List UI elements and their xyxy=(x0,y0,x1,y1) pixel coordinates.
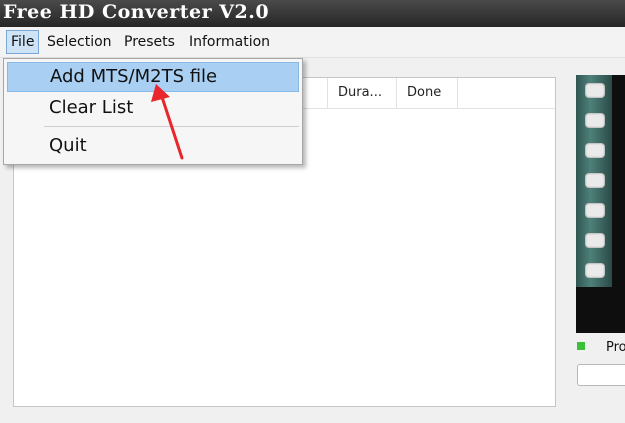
file-menu-dropdown: Add MTS/M2TS file Clear List Quit xyxy=(3,58,303,165)
menu-bar: File Selection Presets Information xyxy=(0,27,625,58)
status-indicator xyxy=(577,342,585,350)
window-title-bar: Free HD Converter V2.0 xyxy=(0,0,625,27)
film-strip-icon xyxy=(576,75,612,287)
window-title: Free HD Converter V2.0 xyxy=(3,1,270,23)
menu-item-quit[interactable]: Quit xyxy=(7,131,299,161)
menu-information[interactable]: Information xyxy=(185,30,274,54)
column-done[interactable]: Done xyxy=(396,78,458,108)
column-duration[interactable]: Dura... xyxy=(327,78,396,108)
video-preview xyxy=(576,75,625,333)
menu-item-add-mts-file[interactable]: Add MTS/M2TS file xyxy=(7,62,299,92)
menu-item-clear-list[interactable]: Clear List xyxy=(7,93,299,123)
menu-presets[interactable]: Presets xyxy=(120,30,179,54)
menu-selection[interactable]: Selection xyxy=(43,30,116,54)
output-field[interactable] xyxy=(577,364,625,386)
progress-label: Pro xyxy=(606,340,625,355)
menu-separator xyxy=(44,126,299,127)
menu-file[interactable]: File xyxy=(6,30,40,54)
